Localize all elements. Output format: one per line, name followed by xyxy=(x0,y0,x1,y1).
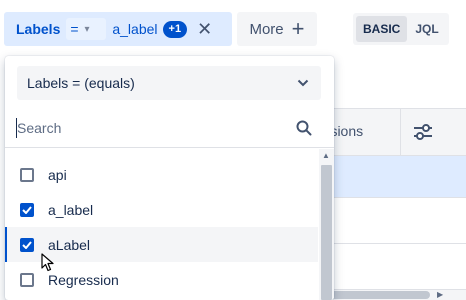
search-icon xyxy=(296,120,312,136)
extra-count-badge: +1 xyxy=(162,20,188,38)
table-row[interactable] xyxy=(318,244,466,290)
option-label: Regression xyxy=(48,271,119,288)
horizontal-scrollbar-thumb[interactable] xyxy=(330,291,430,299)
mouse-pointer-icon xyxy=(41,253,54,272)
labels-filter-value: a_label xyxy=(112,21,158,37)
checkbox[interactable] xyxy=(20,272,34,287)
table-row[interactable] xyxy=(318,156,466,198)
close-icon[interactable]: ✕ xyxy=(197,20,212,38)
chevron-down-icon: ▾ xyxy=(84,23,90,35)
plus-icon: + xyxy=(291,16,305,41)
option-label: aLabel xyxy=(48,236,91,253)
chevron-down-icon xyxy=(297,76,309,90)
vertical-scrollbar-thumb[interactable] xyxy=(321,165,332,300)
operator-dropdown[interactable]: Labels = (equals) xyxy=(17,66,321,100)
option-label: a_label xyxy=(48,201,94,218)
column-settings-button[interactable] xyxy=(400,108,444,156)
operator-dropdown-value: Labels = (equals) xyxy=(27,75,135,91)
list-item[interactable]: a_label xyxy=(5,192,318,227)
search-mode-switch: BASIC JQL xyxy=(353,13,449,45)
jql-mode-button[interactable]: JQL xyxy=(407,16,446,42)
checkmark-icon xyxy=(22,240,32,249)
vertical-scrollbar[interactable]: ▲ xyxy=(319,149,334,300)
basic-mode-button[interactable]: BASIC xyxy=(356,16,408,42)
checkmark-icon xyxy=(22,205,32,214)
operator-select[interactable]: = ▾ xyxy=(66,18,107,40)
search-field-container xyxy=(5,108,334,148)
more-button-label: More xyxy=(249,20,284,38)
operator-value: = xyxy=(70,21,79,37)
checkbox-checked[interactable] xyxy=(20,202,34,217)
table-row[interactable] xyxy=(318,198,466,244)
list-item[interactable]: api xyxy=(5,157,318,192)
labels-filter-field-label: Labels xyxy=(16,21,61,37)
scroll-up-arrow-icon[interactable]: ▲ xyxy=(322,151,330,160)
checkbox[interactable] xyxy=(20,167,34,182)
option-label: api xyxy=(48,166,67,183)
labels-filter-chip[interactable]: Labels = ▾ a_label +1 ✕ xyxy=(4,12,232,46)
label-options-list: api a_label aLabel Regression xyxy=(5,157,318,297)
search-input[interactable] xyxy=(17,116,287,140)
more-filters-button[interactable]: More + xyxy=(237,12,317,46)
checkbox-checked[interactable] xyxy=(20,237,34,252)
scroll-right-arrow-icon[interactable]: ▶ xyxy=(437,290,443,299)
sliders-icon xyxy=(413,124,432,140)
jira-issue-search-screen: ersions ▶ Labels = ▾ a_label +1 ✕ More +… xyxy=(0,0,466,300)
